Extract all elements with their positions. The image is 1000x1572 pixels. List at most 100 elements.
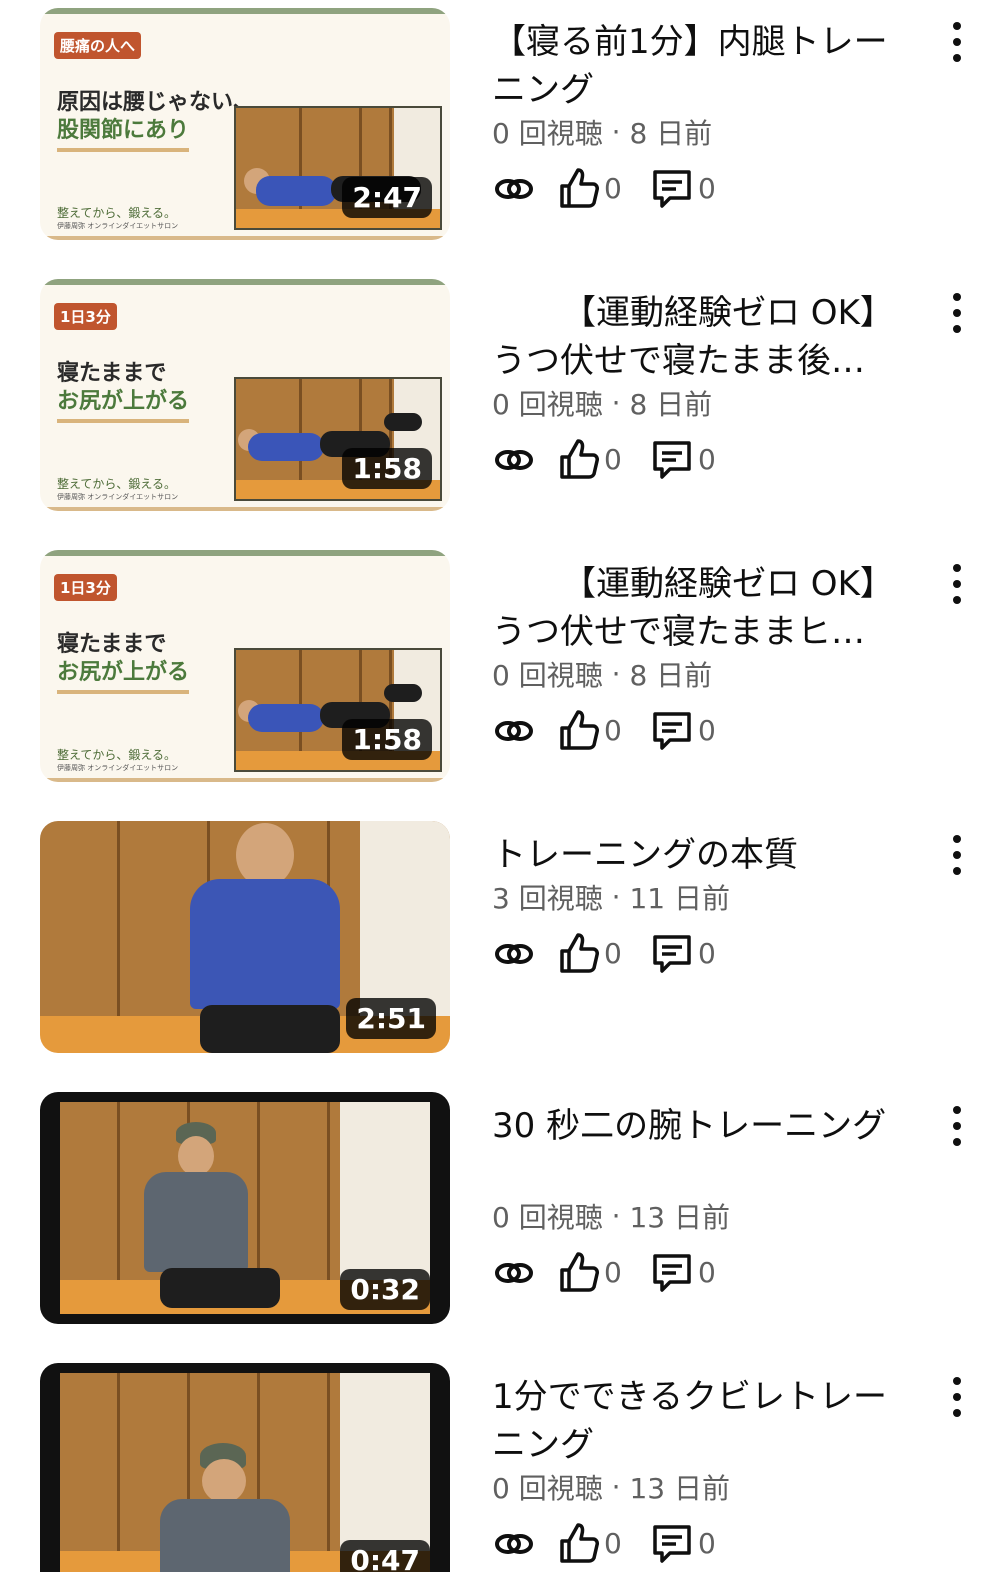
more-vertical-icon[interactable] <box>940 564 974 604</box>
thumbnail-brand: 伊藤周弥 オンラインダイエットサロン <box>57 222 179 230</box>
more-vertical-icon[interactable] <box>940 1106 974 1146</box>
comment-count: 0 <box>698 442 716 476</box>
like-button[interactable]: 0 <box>558 708 622 752</box>
thumbnail-tag: 腰痛の人へ <box>54 32 142 59</box>
comment-button[interactable]: 0 <box>650 1521 716 1565</box>
video-title-full[interactable]: うつ伏せで寝たままヒ… <box>492 608 912 656</box>
thumbs-up-icon <box>558 1521 600 1565</box>
thumbnail-bottom-band <box>40 507 450 511</box>
thumbs-up-icon <box>558 931 600 975</box>
share-link-button[interactable] <box>492 1250 536 1294</box>
duration-badge: 0:32 <box>340 1269 430 1310</box>
video-thumbnail[interactable]: 1日3分 寝たままで お尻が上がる 整えてから、鍛える。 伊藤周弥 オンラインダ… <box>40 550 450 782</box>
like-button[interactable]: 0 <box>558 437 622 481</box>
comment-count: 0 <box>698 936 716 970</box>
comment-button[interactable]: 0 <box>650 708 716 752</box>
video-title[interactable]: 【寝る前1分】内腿トレーニング <box>492 18 912 114</box>
like-button[interactable]: 0 <box>558 166 622 210</box>
like-button[interactable]: 0 <box>558 1521 622 1565</box>
video-meta: 0 回視聴 · 13 日前 <box>492 1467 730 1507</box>
share-link-button[interactable] <box>492 437 536 481</box>
thumbs-up-icon <box>558 708 600 752</box>
video-title[interactable]: 【運動経験ゼロ OK】 <box>492 289 912 337</box>
comment-button[interactable]: 0 <box>650 1250 716 1294</box>
video-title[interactable]: 【運動経験ゼロ OK】 <box>492 560 912 608</box>
comment-icon <box>650 1250 694 1294</box>
comment-count: 0 <box>698 1255 716 1289</box>
thumbs-up-icon <box>558 1250 600 1294</box>
more-vertical-icon[interactable] <box>940 1377 974 1417</box>
duration-badge: 2:47 <box>342 177 432 218</box>
link-icon <box>492 166 536 210</box>
video-actions: 0 0 <box>492 1521 752 1565</box>
comment-icon <box>650 166 694 210</box>
upload-age: 8 日前 <box>629 388 713 421</box>
video-title[interactable]: トレーニングの本質 <box>492 831 912 879</box>
more-vertical-icon[interactable] <box>940 22 974 62</box>
comment-count: 0 <box>698 1526 716 1560</box>
duration-badge: 0:47 <box>340 1540 430 1572</box>
share-link-button[interactable] <box>492 1521 536 1565</box>
like-count: 0 <box>604 442 622 476</box>
comment-button[interactable]: 0 <box>650 931 716 975</box>
like-count: 0 <box>604 171 622 205</box>
view-count: 0 回視聴 <box>492 1472 603 1505</box>
thumbnail-headline-accent: お尻が上がる <box>57 383 190 423</box>
view-count: 0 回視聴 <box>492 1201 603 1234</box>
thumbnail-bottom-band <box>40 236 450 240</box>
thumbnail-headline-accent: お尻が上がる <box>57 654 190 694</box>
video-row[interactable]: 1日3分 寝たままで お尻が上がる 整えてから、鍛える。 伊藤周弥 オンラインダ… <box>0 550 1000 821</box>
video-thumbnail[interactable]: 2:51 <box>40 821 450 1053</box>
comment-icon <box>650 1521 694 1565</box>
comment-icon <box>650 708 694 752</box>
video-thumbnail[interactable]: 0:47 <box>40 1363 450 1572</box>
link-icon <box>492 1250 536 1294</box>
more-vertical-icon[interactable] <box>940 293 974 333</box>
thumbnail-brand: 伊藤周弥 オンラインダイエットサロン <box>57 493 179 501</box>
duration-badge: 1:58 <box>342 448 432 489</box>
share-link-button[interactable] <box>492 166 536 210</box>
video-actions: 0 0 <box>492 437 752 481</box>
comment-count: 0 <box>698 713 716 747</box>
link-icon <box>492 1521 536 1565</box>
more-vertical-icon[interactable] <box>940 835 974 875</box>
video-meta: 3 回視聴 · 11 日前 <box>492 877 730 917</box>
meta-separator: · <box>611 657 621 691</box>
link-icon <box>492 931 536 975</box>
thumbs-up-icon <box>558 166 600 210</box>
video-actions: 0 0 <box>492 166 752 210</box>
comment-button[interactable]: 0 <box>650 166 716 210</box>
link-icon <box>492 708 536 752</box>
upload-age: 13 日前 <box>629 1472 730 1505</box>
view-count: 0 回視聴 <box>492 659 603 692</box>
view-count: 0 回視聴 <box>492 388 603 421</box>
share-link-button[interactable] <box>492 931 536 975</box>
video-row[interactable]: 0:47 1分でできるクビレトレーニング 0 回視聴 · 13 日前 0 0 <box>0 1363 1000 1572</box>
thumbnail-top-band <box>40 8 450 14</box>
like-button[interactable]: 0 <box>558 931 622 975</box>
video-thumbnail[interactable]: 0:32 <box>40 1092 450 1324</box>
meta-separator: · <box>611 386 621 420</box>
share-link-button[interactable] <box>492 708 536 752</box>
video-row[interactable]: 腰痛の人へ 原因は腰じゃない、 股関節にあり 整えてから、鍛える。 伊藤周弥 オ… <box>0 8 1000 279</box>
video-row[interactable]: 2:51 トレーニングの本質 3 回視聴 · 11 日前 0 0 <box>0 821 1000 1092</box>
video-title-full[interactable]: うつ伏せで寝たまま後… <box>492 337 912 385</box>
video-actions: 0 0 <box>492 1250 752 1294</box>
video-title-line: 【運動経験ゼロ OK】 <box>562 293 894 333</box>
video-thumbnail[interactable]: 腰痛の人へ 原因は腰じゃない、 股関節にあり 整えてから、鍛える。 伊藤周弥 オ… <box>40 8 450 240</box>
video-row[interactable]: 1日3分 寝たままで お尻が上がる 整えてから、鍛える。 伊藤周弥 オンラインダ… <box>0 279 1000 550</box>
video-row[interactable]: 0:32 30 秒二の腕トレーニング 0 回視聴 · 13 日前 0 0 <box>0 1092 1000 1363</box>
thumbnail-slogan: 整えてから、鍛える。 <box>57 206 177 220</box>
comment-button[interactable]: 0 <box>650 437 716 481</box>
like-button[interactable]: 0 <box>558 1250 622 1294</box>
video-thumbnail[interactable]: 1日3分 寝たままで お尻が上がる 整えてから、鍛える。 伊藤周弥 オンラインダ… <box>40 279 450 511</box>
thumbnail-bottom-band <box>40 778 450 782</box>
video-title-line: 【運動経験ゼロ OK】 <box>562 564 894 604</box>
thumbnail-headline-accent: 股関節にあり <box>57 112 190 152</box>
video-title[interactable]: 1分でできるクビレトレーニング <box>492 1373 912 1469</box>
view-count: 0 回視聴 <box>492 117 603 150</box>
video-title[interactable]: 30 秒二の腕トレーニング <box>492 1102 912 1150</box>
video-meta: 0 回視聴 · 8 日前 <box>492 112 712 152</box>
video-actions: 0 0 <box>492 708 752 752</box>
like-count: 0 <box>604 1255 622 1289</box>
